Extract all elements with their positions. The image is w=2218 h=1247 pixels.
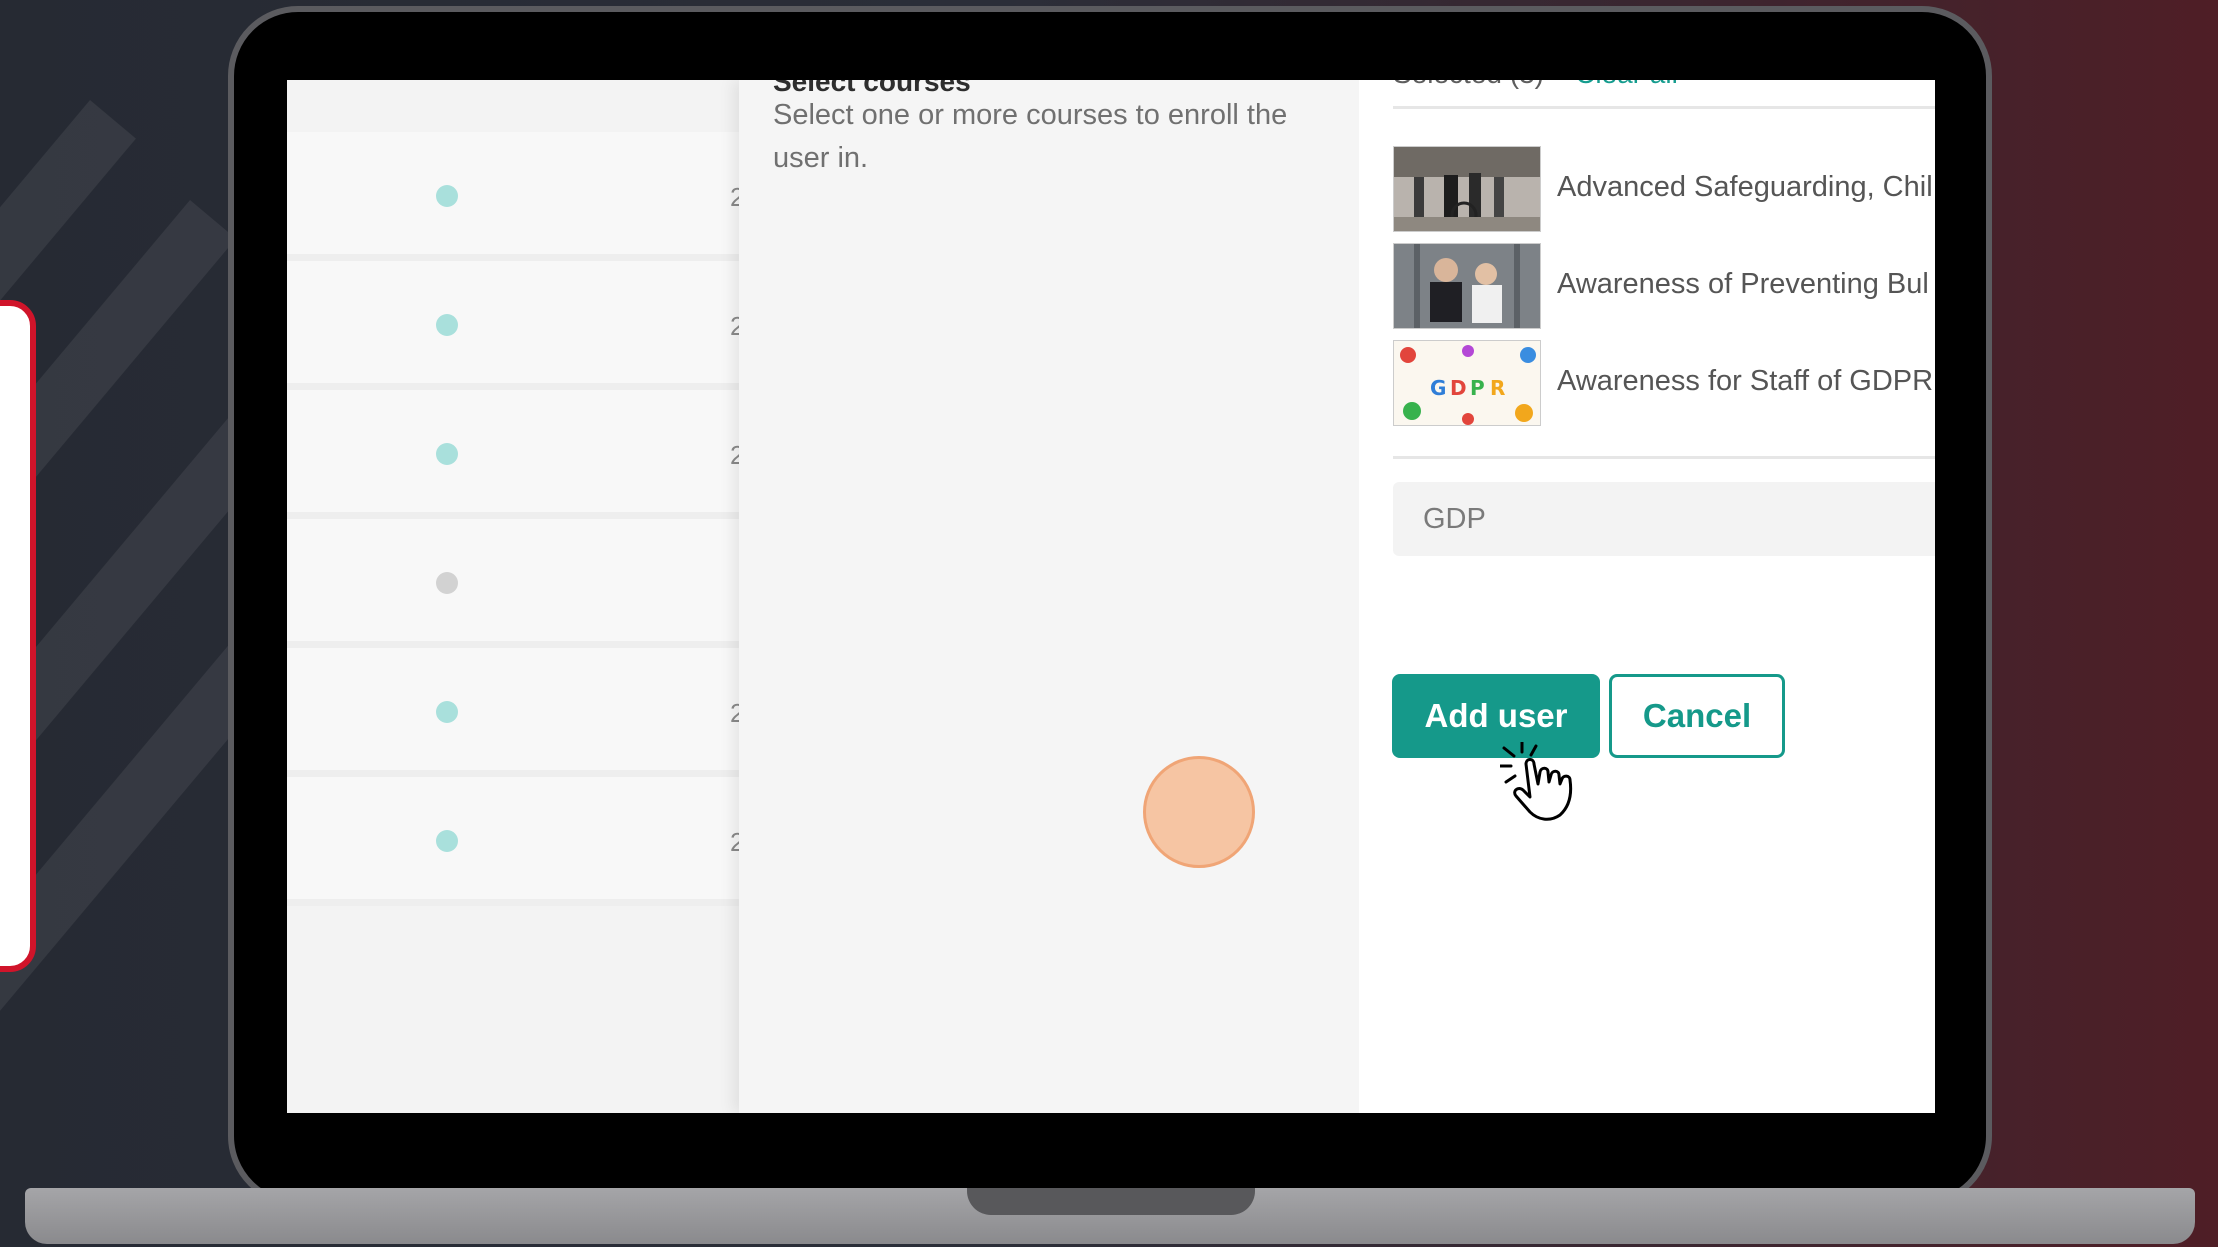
list-row[interactable]: 2 xyxy=(287,261,744,390)
svg-text:R: R xyxy=(1490,376,1505,400)
side-card xyxy=(0,300,36,972)
pointer-hand-click-icon xyxy=(1500,742,1573,821)
course-title: Advanced Safeguarding, Chil xyxy=(1557,171,1933,203)
divider xyxy=(1393,106,1935,109)
list-row[interactable] xyxy=(287,519,739,648)
clear-all-link[interactable]: Clear all xyxy=(1575,80,1678,89)
course-thumbnail xyxy=(1393,146,1541,232)
list-row[interactable]: 2 xyxy=(287,132,744,261)
enroll-modal-info-panel: Select courses Select one or more course… xyxy=(739,80,1359,1113)
status-dot xyxy=(436,701,458,723)
selected-courses-header: Selected (3) Clear all xyxy=(1393,80,1678,90)
status-dot xyxy=(436,572,458,594)
status-dot xyxy=(436,443,458,465)
list-row[interactable]: 2 xyxy=(287,648,744,777)
user-list: 2 2 2 2 2 xyxy=(287,80,744,1113)
course-search-input[interactable] xyxy=(1393,482,1935,556)
status-dot xyxy=(436,185,458,207)
section-description: Select one or more courses to enroll the… xyxy=(773,99,1288,174)
svg-text:G: G xyxy=(1430,376,1446,400)
enroll-modal-form-panel: Selected (3) Clear all Advanced Safeguar… xyxy=(1359,80,1935,1113)
laptop-notch xyxy=(967,1188,1255,1215)
course-title: Awareness for Staff of GDPR xyxy=(1557,365,1934,397)
divider xyxy=(1393,456,1935,459)
list-row[interactable]: 2 xyxy=(287,390,744,519)
selected-course-item[interactable]: Awareness of Preventing Bul xyxy=(1393,243,1935,329)
course-title: Awareness of Preventing Bul xyxy=(1557,268,1929,300)
selected-course-item[interactable]: G D P R Awareness for Staff of GDPR xyxy=(1393,340,1935,426)
course-thumbnail: G D P R xyxy=(1393,340,1541,426)
app-screen: 2 2 2 2 2 Select courses Select one or m… xyxy=(287,80,1935,1113)
course-thumbnail xyxy=(1393,243,1541,329)
click-indicator xyxy=(1143,756,1255,868)
list-row[interactable]: 2 xyxy=(287,777,744,906)
status-dot xyxy=(436,830,458,852)
selected-count-label: Selected (3) xyxy=(1393,80,1544,89)
svg-text:D: D xyxy=(1450,376,1467,400)
status-dot xyxy=(436,314,458,336)
selected-course-item[interactable]: Advanced Safeguarding, Chil xyxy=(1393,146,1935,232)
svg-text:P: P xyxy=(1470,376,1485,400)
cancel-button[interactable]: Cancel xyxy=(1609,674,1785,758)
